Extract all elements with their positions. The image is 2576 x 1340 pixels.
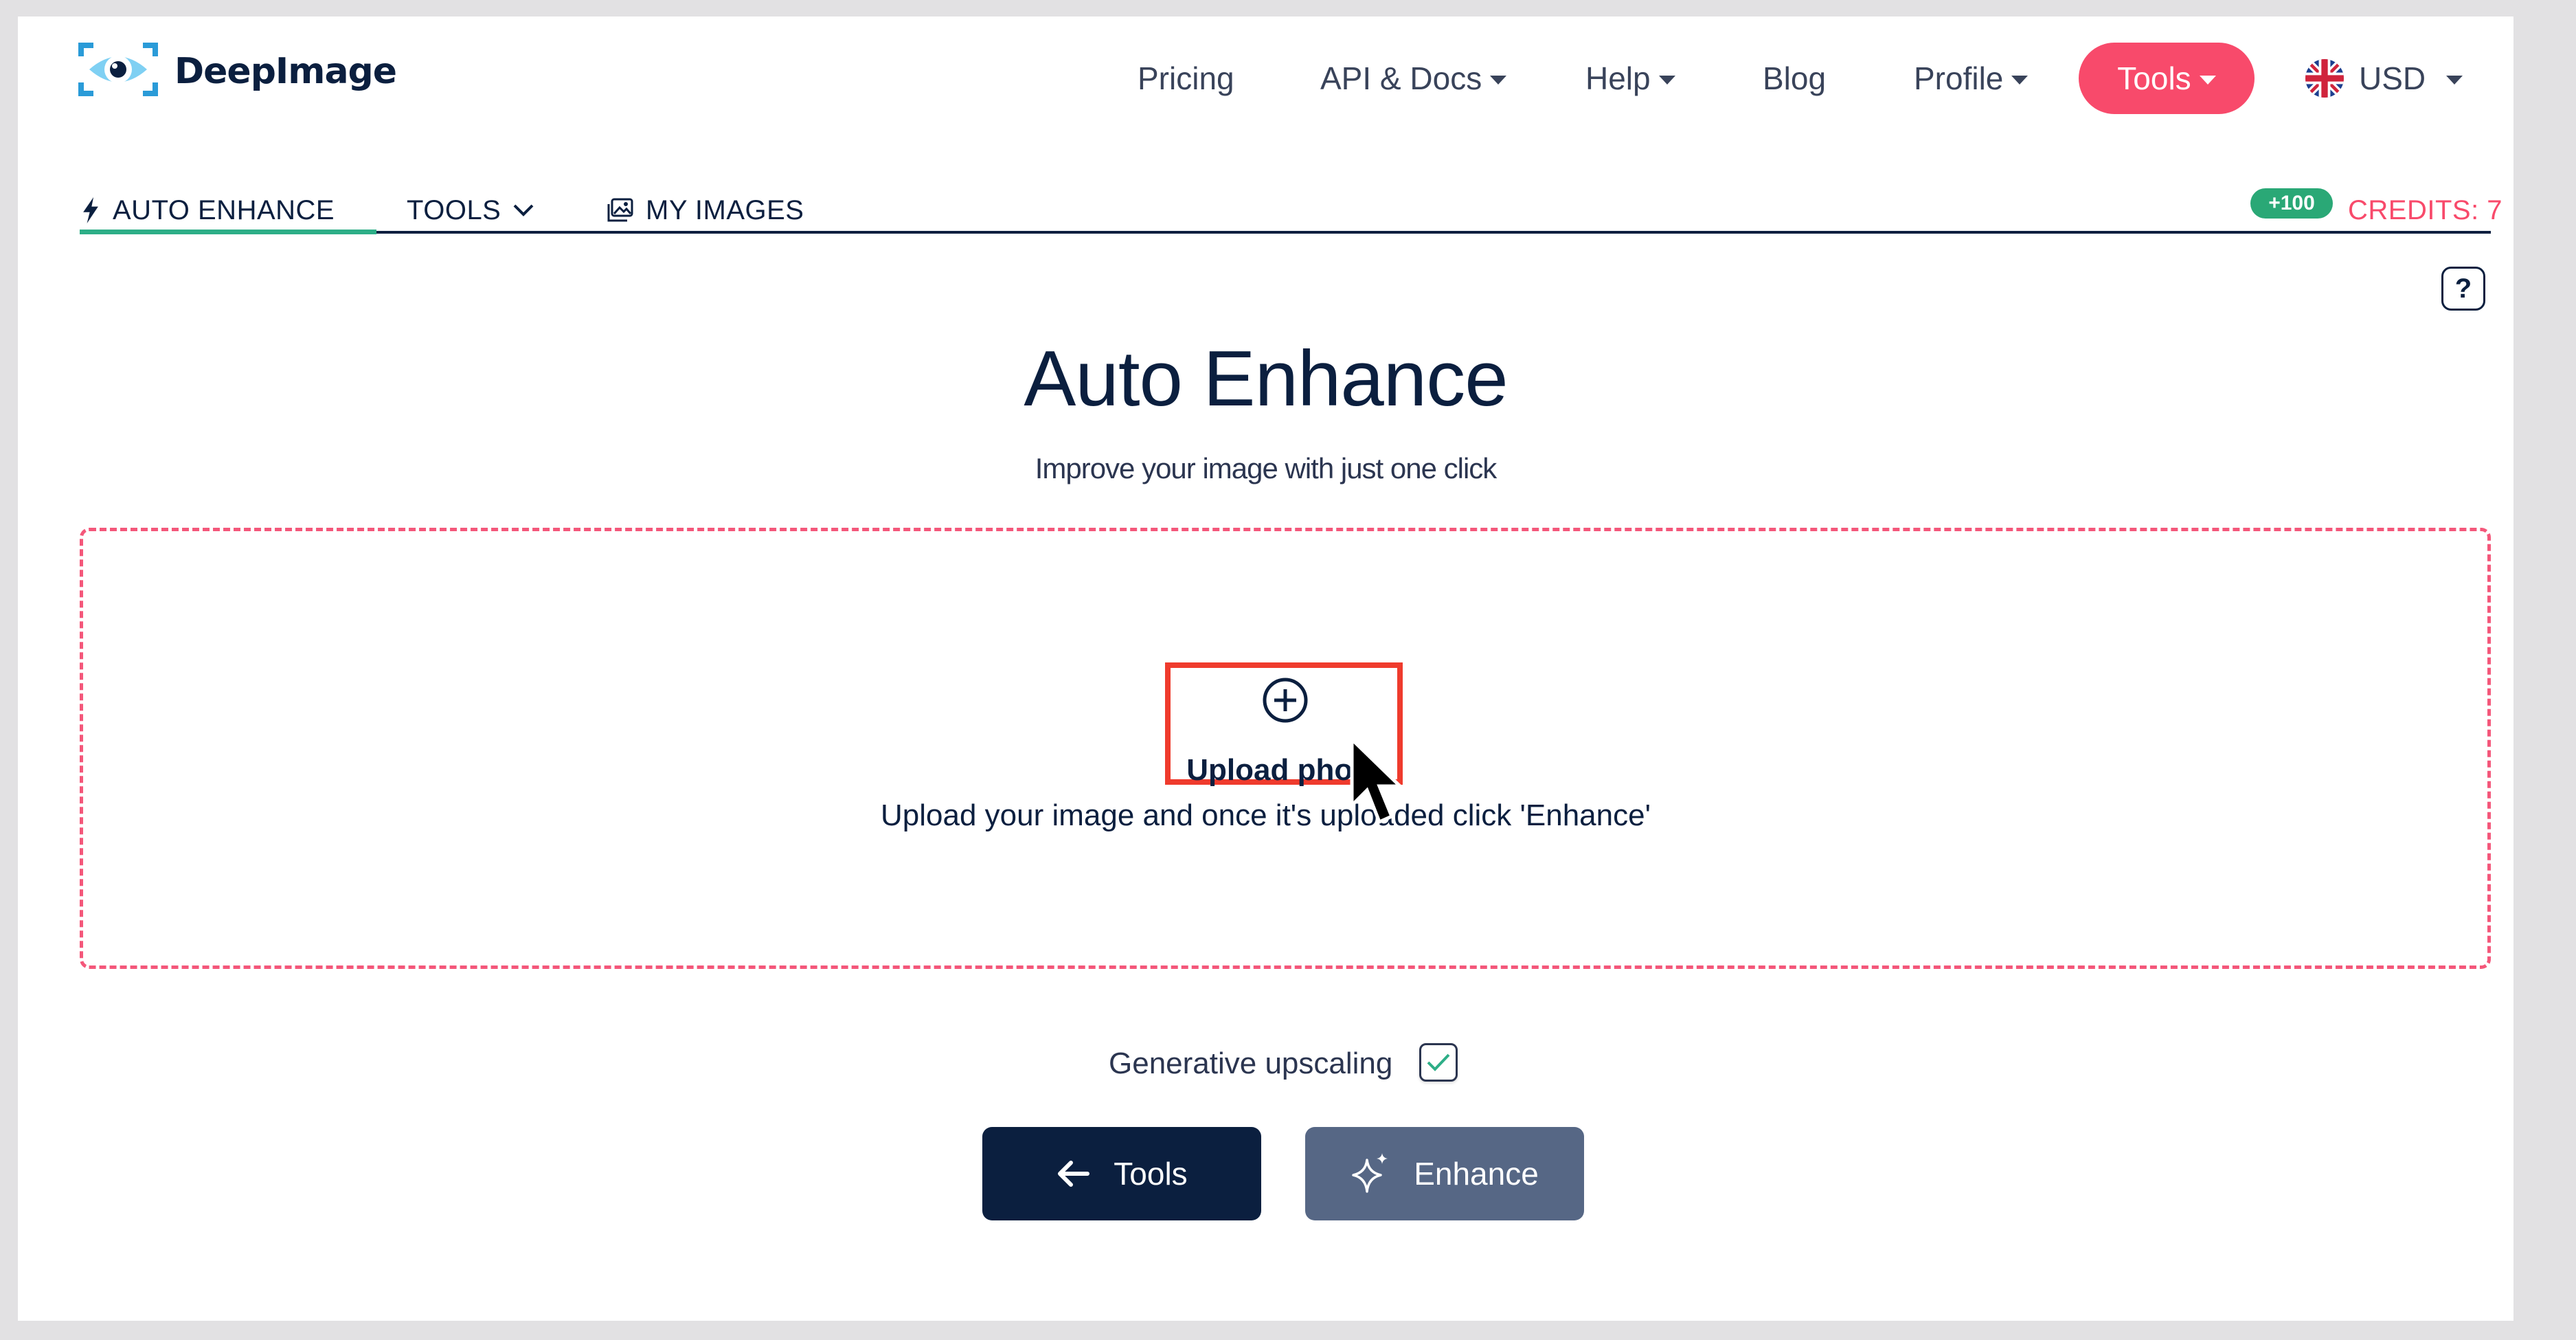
nav-blog-label: Blog [1763, 60, 1827, 96]
caret-down-icon [2011, 75, 2029, 85]
mouse-cursor-icon [1350, 737, 1404, 825]
tab-my-images[interactable]: MY IMAGES [607, 190, 804, 231]
nav-pricing[interactable]: Pricing [1138, 43, 1234, 114]
caret-down-icon [2446, 75, 2463, 85]
tab-tools-label: TOOLS [407, 194, 501, 225]
active-tab-indicator [80, 230, 376, 234]
generative-upscaling-checkbox[interactable] [1419, 1043, 1458, 1082]
chevron-down-icon [513, 204, 534, 216]
plus-circle-icon[interactable] [1261, 676, 1309, 724]
tab-my-images-label: MY IMAGES [646, 194, 804, 225]
nav-blog[interactable]: Blog [1763, 43, 1826, 114]
help-button[interactable]: ? [2441, 267, 2485, 311]
generative-upscaling-label: Generative upscaling [1109, 1047, 1393, 1080]
enhance-label: Enhance [1414, 1156, 1539, 1192]
nav-profile-label: Profile [1914, 60, 2004, 96]
back-to-tools-label: Tools [1114, 1156, 1188, 1192]
back-to-tools-button[interactable]: Tools [982, 1127, 1261, 1220]
tab-auto-enhance[interactable]: AUTO ENHANCE [81, 190, 335, 231]
check-icon [1427, 1053, 1450, 1071]
nav-pricing-label: Pricing [1138, 60, 1234, 96]
page-subtitle: Improve your image with just one click [1035, 452, 1498, 484]
arrow-left-icon [1058, 1161, 1090, 1187]
tab-auto-enhance-label: AUTO ENHANCE [113, 194, 335, 225]
nav-tools-label: Tools [2117, 60, 2191, 96]
nav-help[interactable]: Help [1585, 43, 1675, 114]
page: DeepImage Pricing API & Docs Help Blog P… [18, 16, 2513, 1321]
credits-counter: CREDITS: 7 [2348, 194, 2503, 225]
bolt-icon [83, 197, 98, 223]
nav-profile[interactable]: Profile [1914, 43, 2029, 114]
nav-help-label: Help [1585, 60, 1651, 96]
credits-bonus-badge[interactable]: +100 [2250, 188, 2333, 219]
caret-down-icon [1490, 75, 1507, 85]
nav-api-docs[interactable]: API & Docs [1320, 43, 1507, 114]
currency-label: USD [2359, 60, 2426, 96]
top-nav: Pricing API & Docs Help Blog Profile Too… [18, 43, 2513, 114]
tab-tools[interactable]: TOOLS [407, 190, 535, 231]
upload-hint: Upload your image and once it's uploaded… [880, 799, 1651, 832]
nav-tools-button[interactable]: Tools [2079, 43, 2255, 114]
uk-flag-icon [2305, 59, 2344, 98]
caret-down-icon [2199, 75, 2216, 85]
nav-api-docs-label: API & Docs [1320, 60, 1482, 96]
tabs-divider [80, 231, 2491, 234]
images-icon [607, 198, 633, 222]
enhance-button[interactable]: Enhance [1305, 1127, 1584, 1220]
sparkle-icon [1352, 1153, 1388, 1193]
caret-down-icon [1658, 75, 1675, 85]
page-title: Auto Enhance [1024, 335, 1508, 423]
currency-selector[interactable]: USD [2305, 43, 2463, 114]
